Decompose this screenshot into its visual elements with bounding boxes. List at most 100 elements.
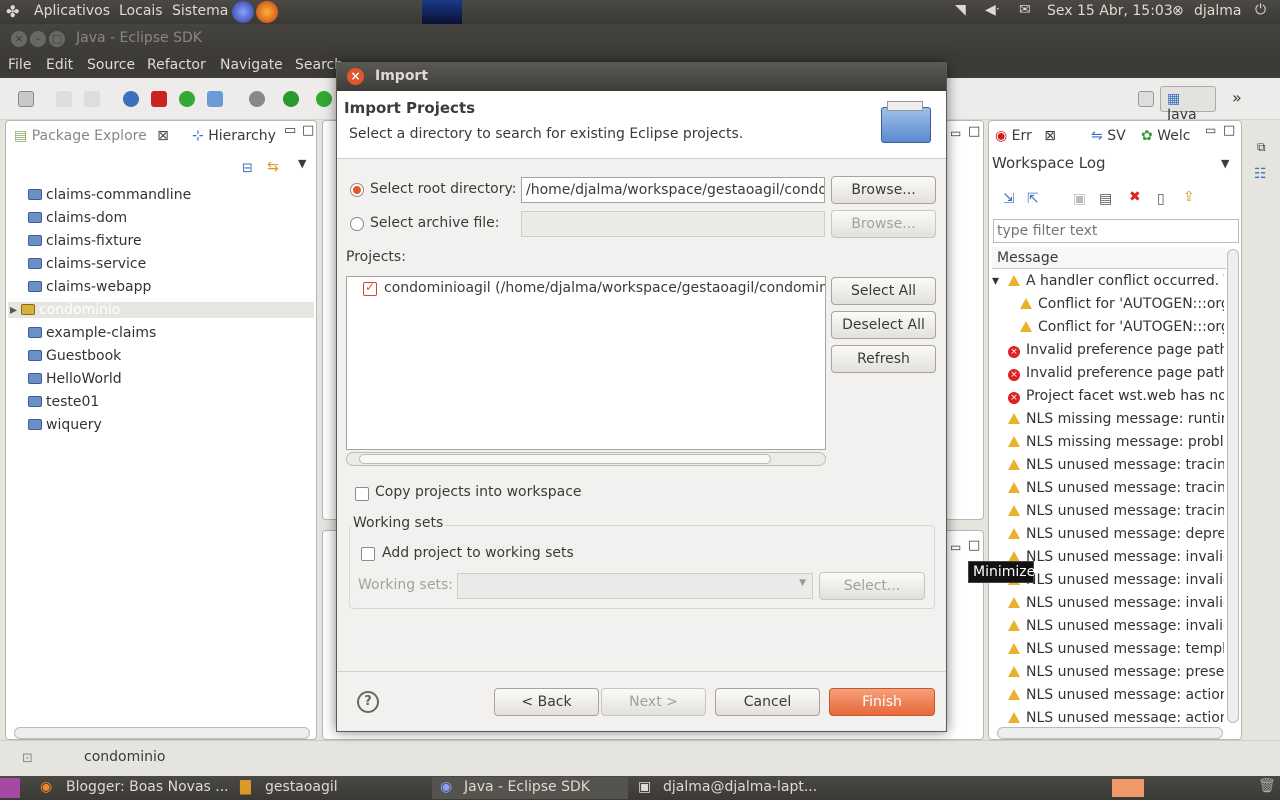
next-button[interactable]: Next >	[601, 688, 706, 716]
log-row[interactable]: NLS unused message: depreca	[992, 524, 1224, 547]
expand-arrow-icon[interactable]: ▾	[992, 273, 999, 289]
wifi-icon[interactable]: ◥	[955, 2, 966, 18]
tab-sv[interactable]: ⇋ SV	[1085, 122, 1132, 148]
open-perspective-icon[interactable]	[1138, 91, 1154, 107]
chevron-right-icon[interactable]: »	[1232, 88, 1242, 107]
show-desktop-icon[interactable]	[0, 778, 20, 798]
root-directory-radio[interactable]	[350, 183, 364, 197]
outline-icon[interactable]: ☷	[1254, 166, 1267, 182]
menu-sistema[interactable]: Sistema	[172, 3, 228, 19]
tab-package-explorer[interactable]: ▤ Package Explore ⊠	[8, 122, 175, 148]
log-row[interactable]: × Project facet wst.web has not	[992, 386, 1224, 409]
menu-aplicativos[interactable]: Aplicativos	[34, 3, 110, 19]
close-tab-icon[interactable]: ⊠	[1044, 128, 1056, 144]
tab-hierarchy[interactable]: ⊹ Hierarchy	[186, 122, 282, 148]
fast-view-icon[interactable]: ⊡	[22, 751, 33, 766]
maximize-editor-icon[interactable]: □	[968, 124, 980, 139]
project-checkbox[interactable]: ✓	[363, 280, 377, 296]
delete-log-icon[interactable]: ▤	[1099, 191, 1112, 207]
browse-directory-button[interactable]: Browse...	[831, 176, 936, 204]
maximize-view-icon[interactable]: □	[302, 123, 314, 138]
new-icon[interactable]	[18, 91, 34, 107]
working-sets-combo[interactable]: ▼	[457, 573, 813, 599]
run-icon[interactable]	[283, 91, 299, 107]
tree-item[interactable]: example-claims	[28, 325, 156, 341]
java-perspective-button[interactable]: ▦ Java	[1160, 86, 1216, 123]
menu-navigate[interactable]: Navigate	[220, 57, 283, 73]
view-menu-icon[interactable]: ▼	[298, 157, 306, 170]
link-with-editor-icon[interactable]: ⇆	[267, 159, 279, 175]
minimize-bottom-view-icon[interactable]: ▭	[950, 540, 961, 554]
open-type-icon[interactable]	[207, 91, 223, 107]
horizontal-scrollbar[interactable]	[14, 727, 310, 739]
log-row[interactable]: NLS unused message: actionA	[992, 685, 1224, 708]
refresh-button[interactable]: Refresh	[831, 345, 936, 373]
minimize-icon[interactable]: –	[30, 31, 46, 47]
close-icon[interactable]: ×	[347, 68, 364, 85]
tree-item[interactable]: ▸ condominio	[8, 302, 314, 318]
workspace-switcher[interactable]	[1112, 779, 1144, 797]
ubuntu-logo-icon[interactable]: ✤	[6, 2, 19, 21]
clock[interactable]: Sex 15 Abr, 15:03	[1047, 3, 1173, 19]
external-tools-icon[interactable]	[316, 91, 332, 107]
menu-refactor[interactable]: Refactor	[147, 57, 206, 73]
log-row[interactable]: Conflict for 'AUTOGEN:::org	[992, 317, 1224, 340]
log-row[interactable]: NLS unused message: tracingI	[992, 455, 1224, 478]
menu-edit[interactable]: Edit	[46, 57, 73, 73]
tree-item[interactable]: HelloWorld	[28, 371, 122, 387]
maximize-bottom-view-icon[interactable]: □	[968, 538, 980, 553]
copy-projects-checkbox[interactable]	[355, 487, 369, 501]
log-row[interactable]: × Invalid preference page path:	[992, 363, 1224, 386]
restore-log-icon[interactable]: ⇪	[1183, 189, 1195, 205]
volume-icon[interactable]: ◀ᐧ	[985, 2, 999, 18]
delete-icon[interactable]: ✖	[1129, 189, 1141, 205]
project-item[interactable]: condominioagil (/home/djalma/workspace/g…	[384, 280, 825, 296]
open-log-icon[interactable]: ▯	[1157, 191, 1165, 207]
add-to-working-sets-checkbox[interactable]	[361, 547, 375, 561]
deselect-all-button[interactable]: Deselect All	[831, 311, 936, 339]
projects-hscrollbar[interactable]	[346, 452, 826, 466]
tree-item[interactable]: claims-commandline	[28, 187, 191, 203]
log-row[interactable]: NLS unused message: invalidE	[992, 593, 1224, 616]
tree-item[interactable]: claims-dom	[28, 210, 127, 226]
select-working-sets-button[interactable]: Select...	[819, 572, 925, 600]
debug-icon[interactable]	[249, 91, 265, 107]
close-tab-icon[interactable]: ⊠	[157, 128, 169, 144]
export-log-icon[interactable]: ⇲	[1003, 191, 1015, 207]
task-eclipse[interactable]: Java - Eclipse SDK	[464, 779, 590, 795]
archive-file-radio[interactable]	[350, 217, 364, 231]
log-row[interactable]: NLS unused message: invalidA	[992, 616, 1224, 639]
run-server-icon[interactable]	[179, 91, 195, 107]
menu-locais[interactable]: Locais	[119, 3, 163, 19]
menu-file[interactable]: File	[8, 57, 31, 73]
log-row[interactable]: NLS unused message: tracing.	[992, 501, 1224, 524]
tab-welcome[interactable]: ✿ Welc	[1135, 122, 1196, 148]
select-all-button[interactable]: Select All	[831, 277, 936, 305]
root-directory-input[interactable]: /home/djalma/workspace/gestaoagil/condom…	[521, 177, 825, 203]
message-column-header[interactable]: Message	[992, 247, 1226, 269]
archive-file-input[interactable]	[521, 211, 825, 237]
log-row[interactable]: NLS unused message: templat	[992, 639, 1224, 662]
trash-icon[interactable]: 🗑	[1258, 778, 1276, 794]
log-row[interactable]: ▾ A handler conflict occurred. T	[992, 271, 1224, 294]
tree-item[interactable]: Guestbook	[28, 348, 121, 364]
power-icon[interactable]: ⏻	[1255, 2, 1266, 18]
clear-log-icon[interactable]: ▣	[1073, 191, 1086, 207]
filter-input[interactable]	[993, 219, 1239, 243]
maximize-icon[interactable]: □	[49, 31, 65, 47]
import-log-icon[interactable]: ⇱	[1027, 191, 1039, 207]
eclipse-launcher-icon[interactable]	[232, 1, 254, 23]
horizontal-scrollbar[interactable]	[997, 727, 1223, 739]
log-row[interactable]: NLS unused message: presetN	[992, 662, 1224, 685]
task-blogger[interactable]: Blogger: Boas Novas ...	[66, 779, 229, 795]
minimize-view-icon[interactable]: ▭	[284, 123, 296, 138]
server-icon[interactable]	[151, 91, 167, 107]
log-row[interactable]: NLS unused message: tracingI	[992, 478, 1224, 501]
minimize-view-icon[interactable]: ▭	[1205, 123, 1216, 137]
task-gestaoagil[interactable]: gestaoagil	[265, 779, 338, 795]
print-icon[interactable]	[84, 91, 100, 107]
maximize-view-icon[interactable]: □	[1223, 123, 1235, 138]
log-row[interactable]: × Invalid preference page path:	[992, 340, 1224, 363]
tree-item[interactable]: teste01	[28, 394, 99, 410]
minimize-editor-icon[interactable]: ▭	[950, 126, 961, 140]
